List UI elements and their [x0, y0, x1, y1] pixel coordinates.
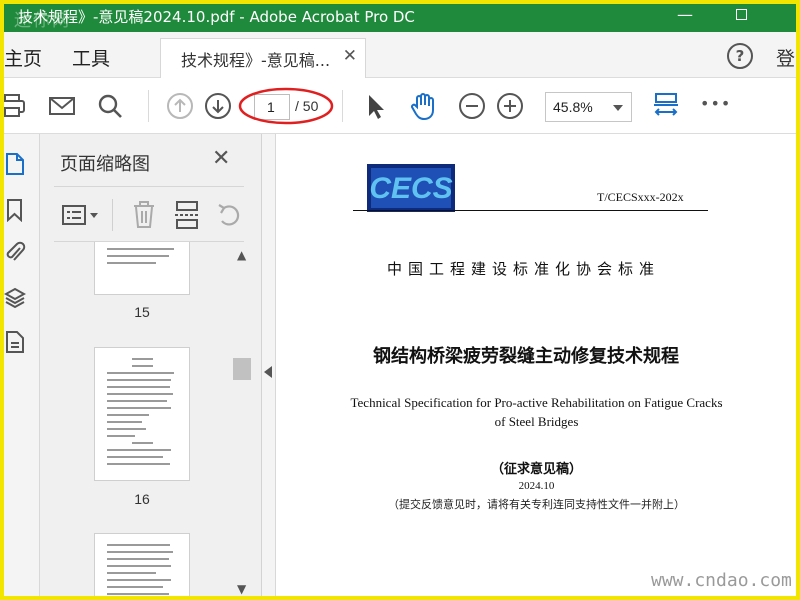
- layers-icon[interactable]: [4, 286, 26, 310]
- annotation-circle: [238, 87, 334, 125]
- english-title-line1: Technical Specification for Pro-active R…: [350, 395, 723, 410]
- thumbnail-content: [107, 544, 177, 600]
- left-navigation-rail: [0, 134, 40, 600]
- chinese-title: 钢结构桥梁疲劳裂缝主动修复技术规程: [373, 346, 679, 367]
- rotate-icon[interactable]: [216, 201, 242, 229]
- page-thumbnail[interactable]: [94, 347, 190, 481]
- zoom-out-icon[interactable]: [458, 92, 486, 120]
- scroll-down-icon[interactable]: ▼: [237, 582, 246, 596]
- menu-home[interactable]: 主页: [4, 44, 42, 71]
- zoom-level-select[interactable]: 45.8%: [545, 92, 632, 122]
- search-icon[interactable]: [96, 92, 124, 120]
- toolbar: 1 / 50 45.8% •••: [0, 78, 800, 134]
- maximize-button[interactable]: [718, 0, 764, 32]
- zoom-level-value: 45.8%: [553, 99, 593, 115]
- association-heading: 中国工程建设标准化协会标准: [387, 260, 661, 278]
- bookmark-icon[interactable]: [4, 198, 26, 222]
- close-icon[interactable]: ✕: [212, 146, 230, 171]
- thumbnail-scrollbar[interactable]: ▲ ▼: [232, 242, 254, 600]
- minimize-button[interactable]: —: [662, 0, 708, 32]
- fit-page-icon[interactable]: [652, 92, 680, 120]
- menu-bar: 主页 工具 技术规程》-意见稿... ✕ ? 登: [0, 32, 800, 78]
- toolbar-separator: [112, 199, 113, 231]
- tab-close-icon[interactable]: ✕: [343, 46, 357, 66]
- page-thumbnail[interactable]: [94, 242, 190, 295]
- more-options-icon[interactable]: •••: [700, 94, 731, 113]
- standard-code: T/CECSxxx-202x: [597, 190, 684, 204]
- login-link[interactable]: 登: [776, 44, 795, 71]
- page-thumbnail[interactable]: [94, 533, 190, 600]
- hand-tool-icon[interactable]: [408, 92, 440, 120]
- thumbnail-content: [107, 248, 177, 269]
- page-thumbnails-panel: 页面缩略图 ✕ 15 16 ▲ ▼: [40, 134, 262, 600]
- scroll-up-icon[interactable]: ▲: [237, 248, 246, 262]
- panel-collapse-handle[interactable]: [262, 134, 276, 600]
- menu-tools[interactable]: 工具: [72, 44, 110, 71]
- content-icon[interactable]: [4, 330, 26, 354]
- zoom-in-icon[interactable]: [496, 92, 524, 120]
- document-date: 2024.10: [518, 480, 555, 492]
- print-icon[interactable]: [0, 92, 28, 120]
- previous-page-icon[interactable]: [166, 92, 194, 120]
- thumbnail-list: 15 16: [40, 242, 230, 600]
- header-rule: [353, 210, 708, 211]
- page-thumbnails-icon[interactable]: [4, 152, 26, 176]
- email-icon[interactable]: [48, 92, 76, 120]
- next-page-icon[interactable]: [204, 92, 232, 120]
- watermark-text: 迷你网: [14, 11, 71, 31]
- trash-icon[interactable]: [132, 201, 156, 229]
- site-watermark: www.cndao.com: [651, 570, 792, 591]
- insert-page-icon[interactable]: [174, 201, 200, 229]
- thumbnail-label: 15: [134, 304, 150, 320]
- attachment-icon[interactable]: [4, 240, 26, 264]
- thumbnail-content: [107, 358, 177, 470]
- document-tab[interactable]: 技术规程》-意见稿... ✕: [160, 38, 366, 78]
- chevron-left-icon: [264, 366, 272, 378]
- thumbnail-toolbar: [54, 186, 244, 242]
- tab-label: 技术规程》-意见稿...: [181, 51, 331, 70]
- feedback-note: （提交反馈意见时，请将有关专利连同支持性文件一并附上）: [388, 498, 685, 511]
- toolbar-separator: [342, 90, 343, 122]
- toolbar-separator: [148, 90, 149, 122]
- logo-text: CECS: [369, 172, 452, 205]
- document-page: CECS T/CECSxxx-202x 中国工程建设标准化协会标准 钢结构桥梁疲…: [277, 134, 796, 600]
- title-bar: 技术规程》-意见稿2024.10.pdf - Adobe Acrobat Pro…: [0, 0, 800, 32]
- english-title-line2: of Steel Bridges: [494, 414, 579, 429]
- help-icon[interactable]: ?: [727, 43, 753, 69]
- chevron-down-icon: [613, 105, 623, 111]
- window-title: 技术规程》-意见稿2024.10.pdf - Adobe Acrobat Pro…: [18, 8, 415, 26]
- draft-label: （征求意见稿）: [490, 462, 582, 477]
- panel-title: 页面缩略图: [60, 154, 150, 175]
- thumbnail-options-icon[interactable]: [62, 203, 100, 227]
- thumbnail-label: 16: [134, 491, 150, 507]
- cecs-logo: CECS: [367, 164, 455, 212]
- select-arrow-icon[interactable]: [362, 92, 390, 120]
- scrollbar-thumb[interactable]: [233, 358, 251, 380]
